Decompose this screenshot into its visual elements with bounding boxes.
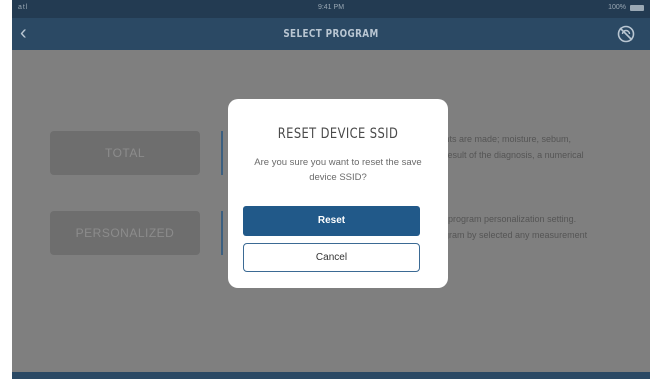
reset-ssid-dialog: RESET DEVICE SSID Are you sure you want … — [228, 99, 448, 288]
program-total-button[interactable]: TOTAL — [50, 131, 200, 175]
description-line: As a result of the diagnosis, a numerica… — [424, 150, 584, 160]
dialog-message: Are you sure you want to reset the save … — [254, 157, 422, 183]
description-line: form. — [424, 163, 644, 179]
battery-percent: 100% — [608, 4, 626, 11]
dialog-title: RESET DEVICE SSID — [277, 126, 399, 142]
program-total-description: rements are made; moisture, sebum, As a … — [424, 131, 644, 179]
description-line: rements are made; moisture, sebum, — [424, 134, 572, 144]
divider — [221, 211, 223, 255]
chevron-left-icon[interactable]: ‹ — [20, 22, 27, 44]
battery-status: 100% — [608, 4, 644, 11]
no-signal-icon[interactable] — [616, 24, 636, 44]
cancel-button[interactable]: Cancel — [243, 243, 420, 272]
divider — [221, 131, 223, 175]
battery-icon — [630, 4, 644, 11]
page-title: SELECT PROGRAM — [283, 27, 379, 40]
navigation-bar: ‹ SELECT PROGRAM — [12, 18, 650, 50]
app-screen: atl 9:41 PM 100% ‹ SELECT PROGRAM TOTAL … — [12, 0, 650, 379]
bottom-bar — [12, 372, 650, 379]
program-personalized-description: is the program personalization setting. … — [424, 211, 644, 243]
reset-button[interactable]: Reset — [243, 206, 420, 236]
status-time: 9:41 PM — [317, 4, 345, 11]
status-bar: atl 9:41 PM 100% — [12, 0, 650, 18]
description-line: s program by selected any measurement — [424, 230, 588, 240]
description-line: is the program personalization setting. — [424, 214, 577, 224]
program-personalized-button[interactable]: PERSONALIZED — [50, 211, 200, 255]
